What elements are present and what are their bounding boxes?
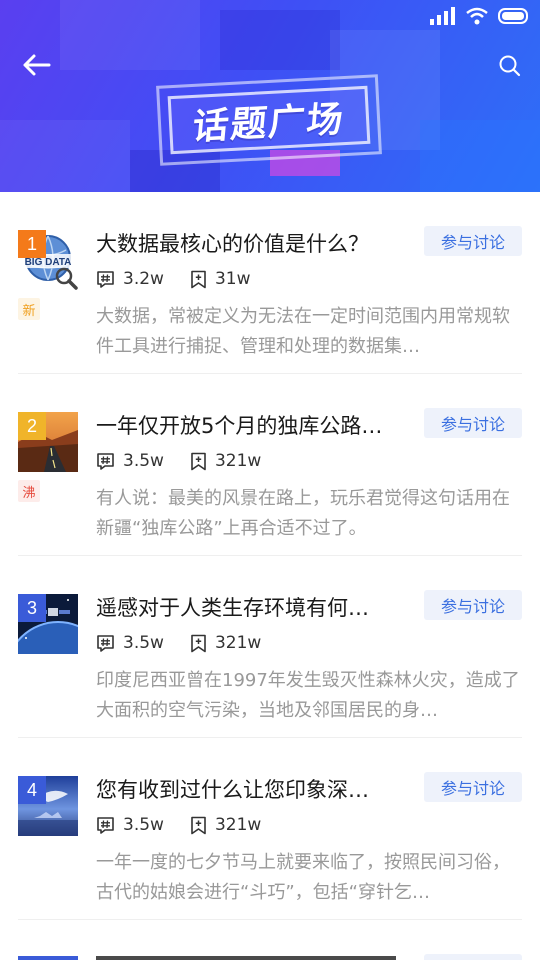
join-discussion-button[interactable]: 参与讨论 — [424, 226, 522, 256]
topic-thumbnail: 3 — [18, 594, 78, 654]
topic-list: BIG DATA 1 新 大数据最核心的价值是什么？ 参与讨论 3.2w 31w… — [0, 192, 540, 920]
topic-description: 印度尼西亚曾在1997年发生毁灭性森林火灾，造成了大面积的空气污染，当地及邻国居… — [96, 670, 520, 721]
hashtag-icon — [97, 452, 114, 470]
new-tag: 新 — [18, 298, 40, 320]
topic-item[interactable]: 4 您有收到过什么让您印象深… 参与讨论 3.5w 321w 一年一度的七夕节马… — [18, 738, 522, 920]
topic-description: 大数据，常被定义为无法在一定时间范围内用常规软件工具进行捕捉、管理和处理的数据集… — [96, 306, 510, 357]
topic-title[interactable]: 一年仅开放5个月的独库公路… — [96, 412, 416, 440]
rank-badge: 2 — [18, 412, 46, 440]
topic-stats: 3.5w 321w — [96, 632, 287, 654]
next-topic-partial[interactable] — [18, 946, 522, 960]
header-banner: 话题广场 — [0, 0, 540, 192]
topic-thumbnail: 4 — [18, 776, 78, 836]
follow-count: 321w — [214, 633, 262, 653]
hashtag-icon — [97, 634, 114, 652]
join-discussion-button[interactable]: 参与讨论 — [424, 590, 522, 620]
topic-item[interactable]: BIG DATA 1 新 大数据最核心的价值是什么？ 参与讨论 3.2w 31w… — [18, 192, 522, 374]
topic-stats: 3.5w 321w — [96, 450, 287, 472]
arrow-left-icon — [23, 54, 51, 76]
follow-count: 321w — [214, 451, 262, 471]
hashtag-icon — [97, 270, 114, 288]
topic-stats: 3.5w 321w — [96, 814, 287, 836]
bookmark-icon — [191, 816, 206, 834]
follow-count: 31w — [214, 269, 251, 289]
topic-title[interactable]: 大数据最核心的价值是什么？ — [96, 230, 416, 258]
follow-count: 321w — [214, 815, 262, 835]
post-count: 3.5w — [123, 633, 164, 653]
page-title: 话题广场 — [190, 98, 347, 149]
post-count: 3.5w — [123, 451, 164, 471]
rank-badge: 3 — [18, 594, 46, 622]
topic-item[interactable]: 2 沸 一年仅开放5个月的独库公路… 参与讨论 3.5w 321w 有人说：最美… — [18, 374, 522, 556]
topic-thumbnail: 2 — [18, 412, 78, 472]
hashtag-icon — [97, 816, 114, 834]
rank-badge: 4 — [18, 776, 46, 804]
post-count: 3.2w — [123, 269, 164, 289]
thumb-text: BIG DATA — [25, 257, 72, 268]
hot-tag: 沸 — [18, 480, 40, 502]
bookmark-icon — [191, 634, 206, 652]
topic-item[interactable]: 3 遥感对于人类生存环境有何… 参与讨论 3.5w 321w 印度尼西亚曾在19… — [18, 556, 522, 738]
status-bar — [430, 7, 530, 29]
bookmark-icon — [191, 452, 206, 470]
search-icon — [499, 55, 521, 77]
post-count: 3.5w — [123, 815, 164, 835]
topic-description: 有人说：最美的风景在路上，玩乐君觉得这句话用在新疆“独库公路”上再合适不过了。 — [96, 488, 510, 539]
join-discussion-button[interactable]: 参与讨论 — [424, 772, 522, 802]
topic-title[interactable]: 您有收到过什么让您印象深… — [96, 776, 416, 804]
topic-stats: 3.2w 31w — [96, 268, 277, 290]
wifi-icon — [466, 7, 488, 29]
back-button[interactable] — [18, 48, 54, 82]
topic-title[interactable]: 遥感对于人类生存环境有何… — [96, 594, 416, 622]
join-discussion-button[interactable]: 参与讨论 — [424, 408, 522, 438]
topic-description: 一年一度的七夕节马上就要来临了，按照民间习俗，古代的姑娘会进行“斗巧”，包括“穿… — [96, 852, 510, 903]
search-button[interactable] — [494, 50, 526, 82]
page-title-frame: 话题广场 — [156, 74, 382, 166]
rank-badge: 1 — [18, 230, 46, 258]
bookmark-icon — [191, 270, 206, 288]
signal-icon — [430, 7, 456, 29]
battery-icon — [498, 7, 530, 29]
topic-thumbnail: BIG DATA 1 — [18, 230, 78, 290]
